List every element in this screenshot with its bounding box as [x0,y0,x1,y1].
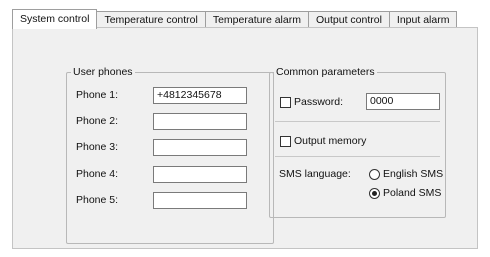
tab-input-alarm[interactable]: Input alarm [389,11,458,28]
phone-4-label: Phone 4: [76,168,119,180]
english-sms-radio[interactable] [369,169,380,180]
output-memory-label: Output memory [294,135,367,147]
tab-temperature-control[interactable]: Temperature control [97,11,206,28]
phone-3-input[interactable] [153,139,247,156]
output-memory-checkbox[interactable] [280,136,291,147]
tab-panel-system-control: User phones Phone 1: +4812345678 Phone 2… [12,27,478,249]
sms-language-label: SMS language: [279,168,351,180]
common-parameters-legend: Common parameters [276,66,375,78]
poland-sms-radio[interactable] [369,188,380,199]
phone-1-label: Phone 1: [76,89,119,101]
phone-2-label: Phone 2: [76,115,119,127]
password-input[interactable]: 0000 [366,93,440,110]
tab-bar: System control Temperature control Tempe… [12,8,458,29]
phone-1-input[interactable]: +4812345678 [153,87,247,104]
separator-1 [275,121,440,122]
poland-sms-label: Poland SMS [383,187,442,199]
phone-5-input[interactable] [153,192,247,209]
tab-system-control[interactable]: System control [12,9,98,29]
password-label: Password: [294,96,344,108]
separator-2 [275,156,440,157]
user-phones-legend: User phones [73,66,133,78]
phone-2-input[interactable] [153,113,247,130]
tab-temperature-alarm[interactable]: Temperature alarm [205,11,309,28]
phone-4-input[interactable] [153,166,247,183]
tab-output-control[interactable]: Output control [308,11,390,28]
phone-3-label: Phone 3: [76,141,119,153]
phone-5-label: Phone 5: [76,194,119,206]
password-checkbox[interactable] [280,97,291,108]
english-sms-label: English SMS [383,168,444,180]
